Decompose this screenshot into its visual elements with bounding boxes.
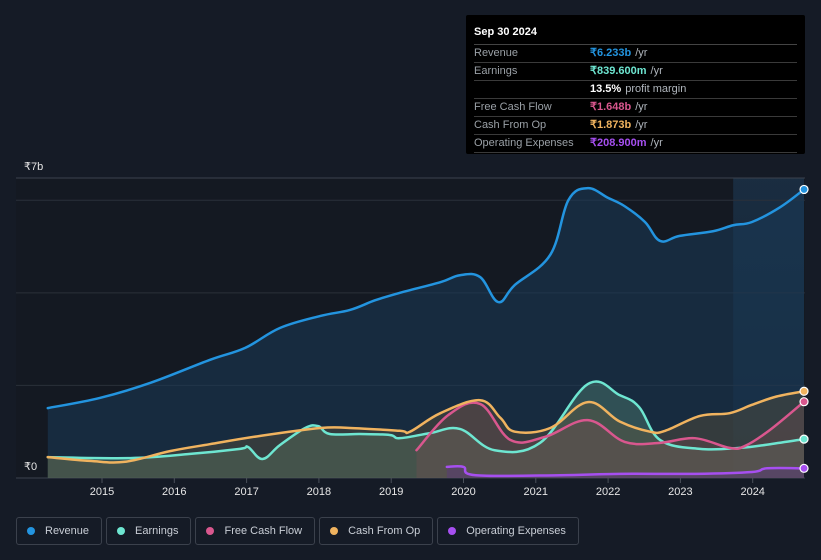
legend-label: Revenue [45, 525, 90, 537]
legend-item-revenue[interactable]: Revenue [16, 517, 103, 545]
legend-dot-icon [117, 527, 126, 535]
tooltip-row-operating-expenses: Operating Expenses ₹208.900m/yr [474, 135, 797, 153]
tooltip-unit: /yr [635, 47, 648, 59]
y-tick-label-max: ₹7b [24, 161, 43, 173]
tooltip-value: ₹208.900m [590, 137, 647, 149]
x-tick-label: 2017 [234, 486, 258, 498]
endpoint-free-cash-flow [799, 397, 809, 407]
tooltip-row-cash-from-op: Cash From Op ₹1.873b/yr [474, 117, 797, 135]
tooltip-row-free-cash-flow: Free Cash Flow ₹1.648b/yr [474, 99, 797, 117]
endpoint-revenue [799, 184, 809, 195]
y-tick-label-zero: ₹0 [24, 461, 37, 473]
legend-dot-icon [27, 527, 35, 535]
tooltip-row-earnings: Earnings ₹839.600m/yr [474, 63, 797, 81]
legend-label: Earnings [135, 525, 179, 537]
tooltip-value: 13.5% [590, 83, 622, 95]
x-tick-label: 2021 [524, 486, 548, 498]
tooltip-panel: Sep 30 2024 Revenue ₹6.233b/yr Earnings ₹83… [466, 15, 805, 154]
tooltip-value: ₹1.648b [590, 101, 632, 113]
legend-dot-icon [206, 527, 215, 535]
tooltip-label: Free Cash Flow [474, 101, 552, 113]
tooltip-unit: profit margin [625, 83, 687, 95]
tooltip-label: Revenue [474, 47, 519, 59]
legend-label: Free Cash Flow [224, 525, 303, 537]
tooltip-value: ₹1.873b [590, 119, 632, 131]
x-tick-label: 2024 [740, 486, 764, 498]
endpoint-earnings [799, 434, 809, 444]
tooltip-unit: /yr [650, 137, 663, 149]
legend-label: Operating Expenses [466, 525, 566, 537]
legend-dot-icon [330, 527, 339, 535]
x-tick-label: 2015 [90, 486, 114, 498]
legend: Revenue Earnings Free Cash Flow Cash From O… [16, 517, 579, 545]
legend-item-earnings[interactable]: Earnings [106, 517, 192, 545]
tooltip-value: ₹6.233b [590, 47, 632, 59]
tooltip-label [474, 81, 590, 98]
legend-item-free-cash-flow[interactable]: Free Cash Flow [195, 517, 316, 545]
tooltip-label: Earnings [474, 65, 518, 77]
tooltip-label: Operating Expenses [474, 137, 574, 149]
tooltip-unit: /yr [650, 65, 663, 77]
x-tick-label: 2019 [379, 486, 403, 498]
legend-label: Cash From Op [348, 525, 421, 537]
tooltip-label: Cash From Op [474, 119, 547, 131]
tooltip-row-profit-margin: 13.5% profit margin [474, 81, 797, 99]
tooltip-date: Sep 30 2024 [474, 23, 797, 45]
endpoint-operating-expenses [799, 463, 809, 473]
x-tick-label: 2022 [596, 486, 620, 498]
tooltip-row-revenue: Revenue ₹6.233b/yr [474, 45, 797, 63]
tooltip-value: ₹839.600m [590, 65, 647, 77]
tooltip-unit: /yr [635, 119, 648, 131]
x-tick-label: 2018 [307, 486, 331, 498]
tooltip-unit: /yr [635, 101, 648, 113]
legend-dot-icon [448, 527, 457, 535]
x-tick-label: 2023 [668, 486, 692, 498]
x-tick-label: 2016 [162, 486, 186, 498]
endpoint-cash-from-op [799, 386, 809, 396]
legend-item-operating-expenses[interactable]: Operating Expenses [437, 517, 579, 545]
x-tick-label: 2020 [451, 486, 475, 498]
legend-item-cash-from-op[interactable]: Cash From Op [319, 517, 434, 545]
